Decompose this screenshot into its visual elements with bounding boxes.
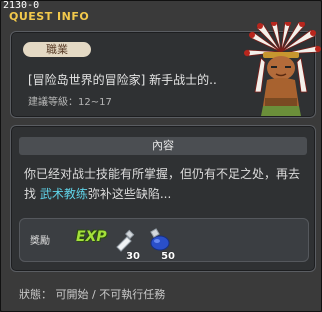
content-text: 你已经对战士技能有所掌握，但仍有不足之处，再去找 武术教练弥补这些缺陷... xyxy=(24,164,304,204)
reward-box: 獎勵 EXP 30 50 xyxy=(19,218,309,262)
quest-status: 狀態： 可開始 / 不可執行任務 xyxy=(19,288,166,301)
quest-content-panel: 內容 你已经对战士技能有所掌握，但仍有不足之处，再去找 武术教练弥补这些缺陷..… xyxy=(10,125,316,272)
content-heading: 內容 xyxy=(19,137,307,155)
reward-item-blue-potion[interactable]: 50 xyxy=(147,226,175,262)
reward-item-quantity: 30 xyxy=(126,251,140,262)
recommend-level: 建議等級：12~17 xyxy=(28,97,112,108)
reward-item-white-potion[interactable]: 30 xyxy=(112,226,140,262)
reward-label: 獎勵 xyxy=(30,236,50,247)
white-potion-icon xyxy=(116,229,135,252)
npc-link[interactable]: 武术教练 xyxy=(40,187,88,201)
quest-name: [冒险岛世界的冒险家] 新手战士的.. xyxy=(28,73,217,87)
reward-item-quantity: 50 xyxy=(161,251,175,262)
quest-header-panel: 職業 [冒险岛世界的冒险家] 新手战士的.. 建議等級：12~17 xyxy=(10,22,321,118)
job-tag: 職業 xyxy=(23,42,91,57)
blue-potion-icon xyxy=(150,228,170,251)
window-title: QUEST INFO xyxy=(9,10,90,23)
quest-info-window: 2130-0 QUEST INFO 職業 [冒险岛世界的冒险家] 新手战士的..… xyxy=(0,0,322,312)
exp-icon: EXP xyxy=(76,229,107,245)
content-text-after: 弥补这些缺陷... xyxy=(87,187,172,201)
native-chief-npc-icon xyxy=(244,22,321,116)
